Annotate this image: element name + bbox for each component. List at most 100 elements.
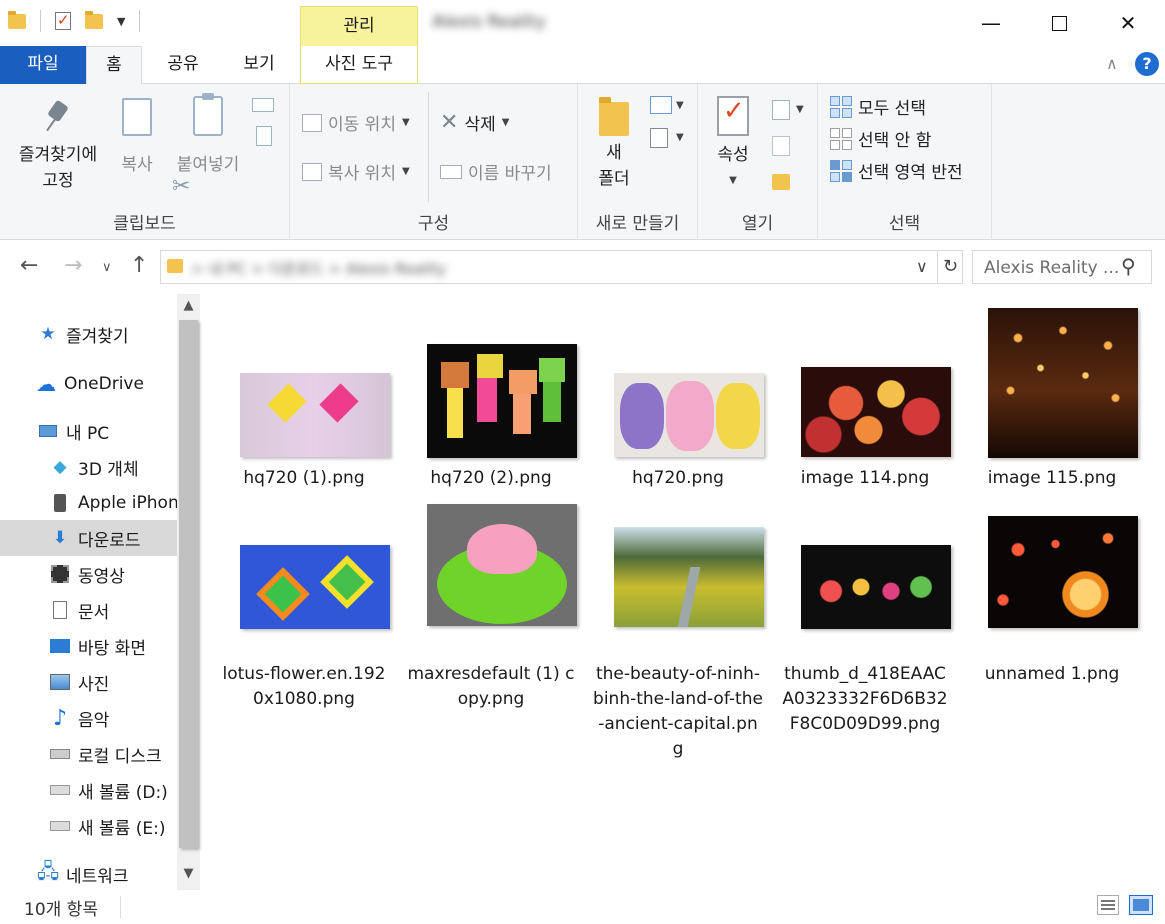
scroll-up-icon[interactable]: ▲ <box>177 294 200 318</box>
sidebar-item-3d-objects[interactable]: ◆ 3D 개체 <box>0 449 178 485</box>
open-group-label: 열기 <box>741 214 774 234</box>
sidebar-item-volume-d[interactable]: 새 볼륨 (D:) <box>0 772 178 808</box>
breadcrumb[interactable]: > 내 PC > 다운로드 > Alexis Reality <box>191 258 446 279</box>
file-item[interactable]: image 115.png <box>963 306 1141 491</box>
up-arrow-icon[interactable]: ↑ <box>130 253 148 278</box>
close-button[interactable]: ✕ <box>1095 0 1161 46</box>
sidebar-item-pictures[interactable]: 사진 <box>0 664 178 700</box>
tab-view[interactable]: 보기 <box>226 46 292 84</box>
navigation-pane: ★ 즐겨찾기 ☁ OneDrive 내 PC ◆ 3D 개체 Apple iPh… <box>0 294 200 890</box>
cut-icon[interactable]: ✂ <box>172 174 190 199</box>
file-thumbnail <box>988 308 1138 458</box>
file-name: the-beauty-of-ninh-binh-the-land-of-the-… <box>593 664 763 759</box>
invert-selection-button[interactable]: 선택 영역 반전 <box>830 158 963 183</box>
chevron-down-icon[interactable]: ▼ <box>676 100 684 111</box>
scroll-down-icon[interactable]: ▼ <box>177 862 200 886</box>
folder-icon <box>167 259 183 273</box>
sidebar-item-network[interactable]: 🖧 네트워크 <box>0 856 178 892</box>
easy-access-icon[interactable] <box>650 128 668 148</box>
sidebar-item-videos[interactable]: 동영상 <box>0 556 178 592</box>
drive-icon <box>50 780 70 800</box>
move-to-button[interactable]: 이동 위치 ▼ <box>302 110 410 135</box>
sidebar-item-music[interactable]: ♪ 음악 <box>0 700 178 736</box>
search-input[interactable]: Alexis Reality ... ⚲ <box>972 250 1152 284</box>
context-tab-group-manage: 관리 <box>300 6 418 46</box>
sidebar-item-desktop[interactable]: 바탕 화면 <box>0 628 178 664</box>
collapse-ribbon-icon[interactable]: ∧ <box>1106 54 1118 73</box>
refresh-icon[interactable]: ↻ <box>937 251 963 283</box>
folder-icon[interactable] <box>8 10 26 29</box>
copy-button[interactable]: 복사 <box>112 98 162 178</box>
download-icon: ⬇ <box>52 528 68 548</box>
select-all-button[interactable]: 모두 선택 <box>830 94 926 119</box>
sidebar-item-downloads[interactable]: ⬇ 다운로드 <box>0 520 178 556</box>
minimize-button[interactable]: — <box>958 0 1024 46</box>
file-item[interactable]: thumb_d_418EAACA0323332F6D6B32F8C0D09D99… <box>776 502 954 737</box>
music-icon: ♪ <box>52 705 68 731</box>
chevron-down-icon: ▼ <box>729 175 737 186</box>
quick-access-toolbar: ▼ <box>8 10 141 32</box>
scrollbar-thumb[interactable] <box>179 320 198 848</box>
new-folder-button[interactable]: 새 폴더 <box>590 97 638 192</box>
chevron-down-icon[interactable]: ▼ <box>796 104 804 115</box>
paste-shortcut-icon[interactable] <box>256 126 272 146</box>
sidebar-item-onedrive[interactable]: ☁ OneDrive <box>0 366 178 402</box>
maximize-button[interactable] <box>1026 0 1092 46</box>
file-item[interactable]: maxresdefault (1) copy.png <box>402 502 580 712</box>
sidebar-item-local-disk[interactable]: 로컬 디스크 <box>0 736 178 772</box>
chevron-down-icon[interactable]: ▼ <box>676 132 684 143</box>
details-view-icon[interactable] <box>1097 895 1119 915</box>
sidebar-item-quick-access[interactable]: ★ 즐겨찾기 <box>0 316 178 352</box>
file-item[interactable]: hq720 (1).png <box>215 306 393 491</box>
document-icon <box>50 600 70 620</box>
file-name: lotus-flower.en.1920x1080.png <box>222 664 386 709</box>
sidebar-item-apple-iphone[interactable]: Apple iPhone <box>0 485 178 521</box>
back-arrow-icon[interactable]: ← <box>20 253 38 278</box>
sidebar-item-volume-e[interactable]: 새 볼륨 (E:) <box>0 808 178 844</box>
sidebar-item-documents[interactable]: 문서 <box>0 592 178 628</box>
rename-button[interactable]: 이름 바꾸기 <box>440 159 552 184</box>
file-item[interactable]: lotus-flower.en.1920x1080.png <box>215 502 393 712</box>
address-bar[interactable]: > 내 PC > 다운로드 > Alexis Reality ∨ ↻ <box>160 250 963 284</box>
search-icon[interactable]: ⚲ <box>1121 254 1136 278</box>
select-none-icon <box>830 127 852 150</box>
tab-share[interactable]: 공유 <box>148 46 218 84</box>
chevron-down-icon[interactable]: ∨ <box>916 257 928 276</box>
sidebar-item-this-pc[interactable]: 내 PC <box>0 413 178 449</box>
file-item[interactable]: image 114.png <box>776 306 954 491</box>
copy-path-icon[interactable] <box>252 98 274 112</box>
sidebar-scrollbar[interactable]: ▲ ▼ <box>177 294 200 890</box>
tab-file[interactable]: 파일 <box>0 46 86 84</box>
file-item[interactable]: unnamed 1.png <box>963 502 1141 687</box>
pin-to-quick-access-button[interactable]: 즐겨찾기에 고정 <box>10 100 106 194</box>
tab-photo-tools[interactable]: 사진 도구 <box>300 46 418 84</box>
customize-toolbar-dropdown-icon[interactable]: ▼ <box>117 15 125 28</box>
open-group: 속성 ▼ ▼ 열기 <box>698 84 818 240</box>
edit-icon[interactable] <box>772 136 790 156</box>
select-none-button[interactable]: 선택 안 함 <box>830 126 931 151</box>
file-thumbnail <box>614 527 764 627</box>
recent-locations-icon[interactable]: ∨ <box>102 260 112 275</box>
file-item[interactable]: hq720 (2).png <box>402 306 580 491</box>
delete-button[interactable]: ✕ 삭제 ▼ <box>440 110 509 135</box>
properties-icon[interactable] <box>55 11 71 30</box>
help-icon[interactable]: ? <box>1135 52 1159 76</box>
file-item[interactable]: the-beauty-of-ninh-binh-the-land-of-the-… <box>589 502 767 762</box>
paste-icon <box>193 93 223 136</box>
tab-home[interactable]: 홈 <box>86 46 142 85</box>
file-item[interactable]: hq720.png <box>589 306 767 491</box>
paste-button[interactable]: 붙여넣기 <box>168 93 248 178</box>
forward-arrow-icon[interactable]: → <box>64 253 82 278</box>
large-icons-view-icon[interactable] <box>1129 895 1153 915</box>
open-icon[interactable] <box>772 100 790 120</box>
delete-icon: ✕ <box>440 110 459 135</box>
status-bar: 10개 항목 <box>0 890 1165 924</box>
history-icon[interactable] <box>772 174 790 190</box>
new-item-icon[interactable] <box>650 96 672 114</box>
file-thumbnail <box>427 344 577 458</box>
copy-to-button[interactable]: 복사 위치 ▼ <box>302 159 410 184</box>
properties-button[interactable]: 속성 ▼ <box>710 96 756 194</box>
new-folder-icon[interactable] <box>85 10 103 29</box>
select-all-label: 모두 선택 <box>858 99 926 119</box>
minimize-icon: — <box>981 11 1001 35</box>
